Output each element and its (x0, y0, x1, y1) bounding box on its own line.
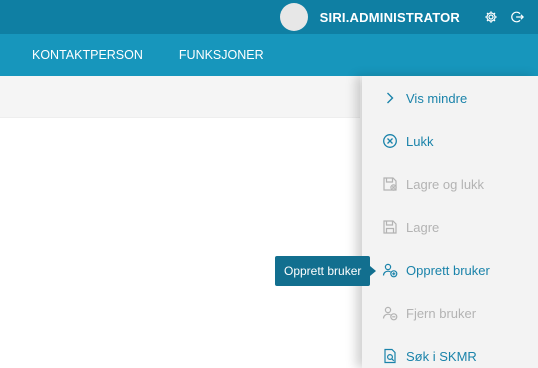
tooltip-text: Opprett bruker (284, 264, 362, 278)
show-less-label: Vis mindre (406, 90, 468, 106)
save-button[interactable]: Lagre (382, 217, 439, 237)
close-button[interactable]: Lukk (382, 131, 433, 151)
search-document-icon (382, 348, 398, 364)
save-and-close-label: Lagre og lukk (406, 176, 485, 192)
create-user-tooltip: Opprett bruker (275, 256, 377, 286)
add-user-icon (382, 262, 398, 278)
close-circle-icon (382, 133, 398, 149)
nav-item-funksjoner[interactable]: FUNKSJONER (179, 48, 264, 62)
save-close-icon (382, 176, 398, 192)
main-nav: KONTAKTPERSON FUNKSJONER (0, 34, 538, 76)
top-bar: SIRI.ADMINISTRATOR (0, 0, 538, 34)
save-icon (382, 219, 398, 235)
save-and-close-button[interactable]: Lagre og lukk (382, 174, 484, 194)
content-toolbar-strip (0, 76, 360, 118)
remove-user-label: Fjern bruker (406, 305, 477, 321)
create-user-button[interactable]: Opprett bruker (382, 260, 490, 280)
nav-item-kontaktperson[interactable]: KONTAKTPERSON (32, 48, 143, 62)
search-skmr-button[interactable]: Søk i SKMR (382, 346, 477, 366)
save-label: Lagre (406, 219, 440, 235)
show-less-button[interactable]: Vis mindre (382, 88, 467, 108)
action-side-panel: Vis mindre Lukk Lagre og lukk Lagre Oppr… (362, 76, 538, 368)
settings-icon[interactable] (484, 10, 498, 24)
close-label: Lukk (406, 133, 434, 149)
username[interactable]: SIRI.ADMINISTRATOR (320, 10, 460, 25)
remove-user-icon (382, 305, 398, 321)
avatar[interactable] (279, 3, 308, 31)
search-skmr-label: Søk i SKMR (406, 348, 477, 364)
remove-user-button[interactable]: Fjern bruker (382, 303, 476, 323)
logout-icon[interactable] (510, 10, 524, 24)
create-user-label: Opprett bruker (406, 262, 490, 278)
chevron-right-icon (382, 90, 398, 106)
